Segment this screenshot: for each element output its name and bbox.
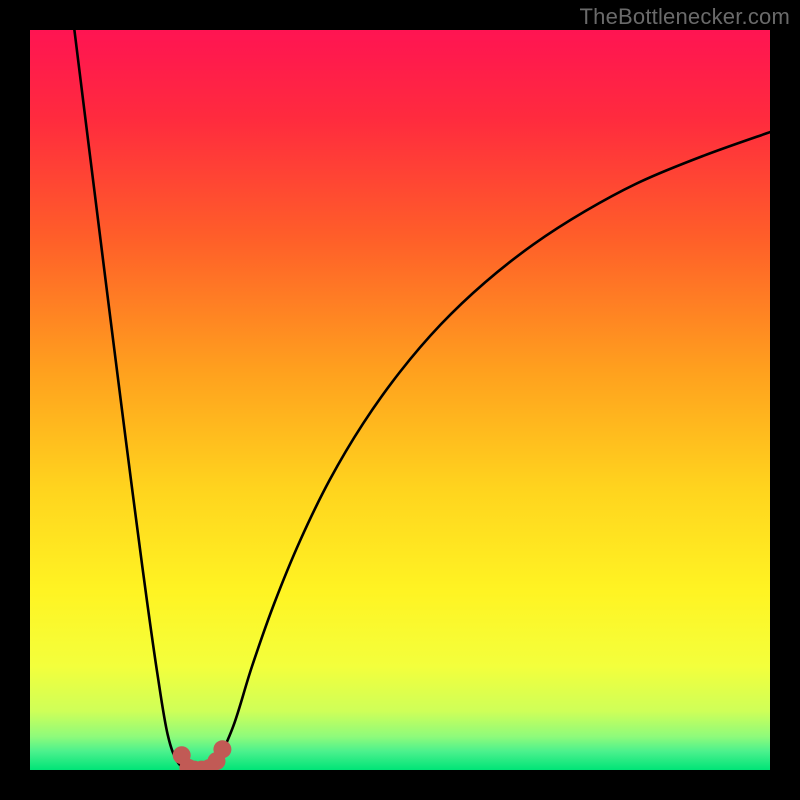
bottleneck-chart xyxy=(30,30,770,770)
watermark-text: TheBottlenecker.com xyxy=(580,4,790,30)
valley-marker xyxy=(213,740,231,758)
gradient-background xyxy=(30,30,770,770)
chart-frame: TheBottlenecker.com xyxy=(0,0,800,800)
